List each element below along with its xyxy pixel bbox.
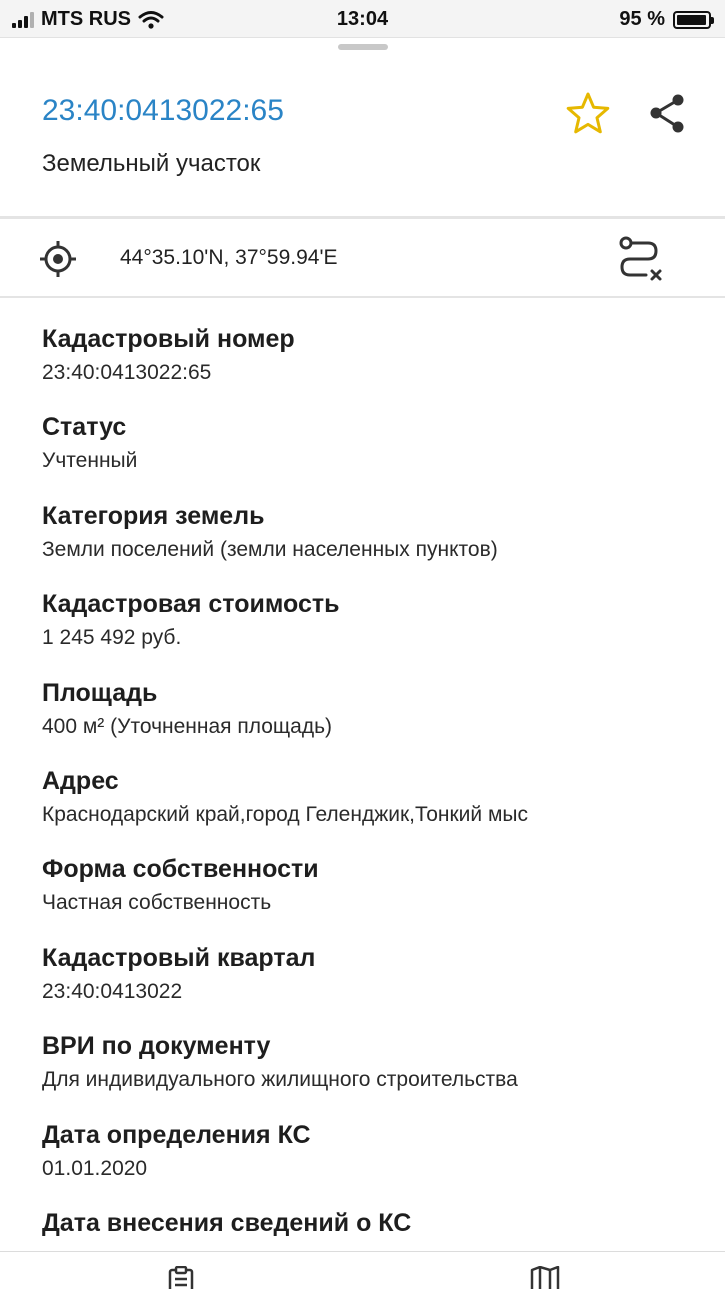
field-label: Кадастровая стоимость [42,590,340,619]
field-entry-date: Дата внесения сведений о КС [42,1206,702,1246]
coordinates-text: 44°35.10'N, 37°59.94'E [120,246,338,269]
battery-icon [673,10,714,29]
field-value: Краснодарский край,город Геленджик,Тонки… [42,802,528,826]
field-value: 23:40:0413022 [42,979,183,1003]
route-button[interactable] [612,233,668,285]
share-button[interactable] [642,90,690,138]
field-label: Адрес [42,766,119,795]
favorite-button[interactable] [564,90,612,138]
target-icon [40,241,76,277]
field-value: Земли поселений (земли населенных пункто… [42,537,498,561]
route-icon [619,236,662,281]
field-value: 23:40:0413022:65 [42,361,212,384]
field-label: Кадастровый номер [42,325,295,353]
object-type: Земельный участок [42,150,261,177]
bottom-tab-bar [0,1251,725,1289]
tab-map[interactable] [530,1265,560,1289]
divider [0,296,725,298]
star-icon [566,92,610,134]
tab-details[interactable] [166,1265,196,1289]
field-label: Кадастровый квартал [42,943,316,972]
field-label: Статус [42,413,127,442]
coordinates-row: 44°35.10'N, 37°59.94'E [0,221,725,297]
locate-button[interactable] [38,239,78,279]
field-value: 1 245 492 руб. [42,626,182,650]
clipboard-icon [168,1265,194,1289]
sheet-drag-handle[interactable] [338,44,388,50]
field-label: Форма собственности [42,855,319,884]
field-label: Площадь [42,678,158,707]
field-valuation-date: Дата определения КС 01.01.2020 [42,1118,702,1206]
share-icon [650,94,684,133]
cadastral-number-link[interactable]: 23:40:0413022:65 [42,94,284,128]
field-value: Для индивидуального жилищного строительс… [42,1068,518,1092]
field-label: Дата определения КС [42,1120,311,1149]
field-value: 400 м² (Уточненная площадь) [42,714,333,738]
field-value: Учтенный [42,449,138,473]
field-value: Частная собственность [42,891,272,915]
field-label: Категория земель [42,501,265,530]
field-permitted-use: ВРИ по документу Для индивидуального жил… [42,1029,702,1117]
field-label: Дата внесения сведений о КС [42,1208,412,1237]
field-area: Площадь 400 м² (Уточненная площадь) [42,676,702,764]
field-land-category: Категория земель Земли поселений (земли … [42,499,702,587]
field-ownership-form: Форма собственности Частная собственност… [42,852,702,940]
field-status: Статус Учтенный [42,410,702,498]
field-cadastral-value: Кадастровая стоимость 1 245 492 руб. [42,587,702,675]
property-fields: Кадастровый номер 23:40:0413022:65 Стату… [42,322,702,1246]
field-address: Адрес Краснодарский край,город Геленджик… [42,764,702,852]
field-value: 01.01.2020 [42,1156,148,1180]
status-time: 13:04 [336,8,389,30]
battery-fill [677,14,706,25]
status-bar: MTS RUS 13:04 95 % [0,0,725,38]
status-right: 95 % [619,8,714,31]
field-label: ВРИ по документу [42,1032,271,1061]
map-icon [530,1265,560,1289]
battery-percent: 95 % [619,8,665,30]
divider [0,216,725,219]
field-cadastral-number: Кадастровый номер 23:40:0413022:65 [42,322,702,410]
field-cadastral-quarter: Кадастровый квартал 23:40:0413022 [42,941,702,1029]
